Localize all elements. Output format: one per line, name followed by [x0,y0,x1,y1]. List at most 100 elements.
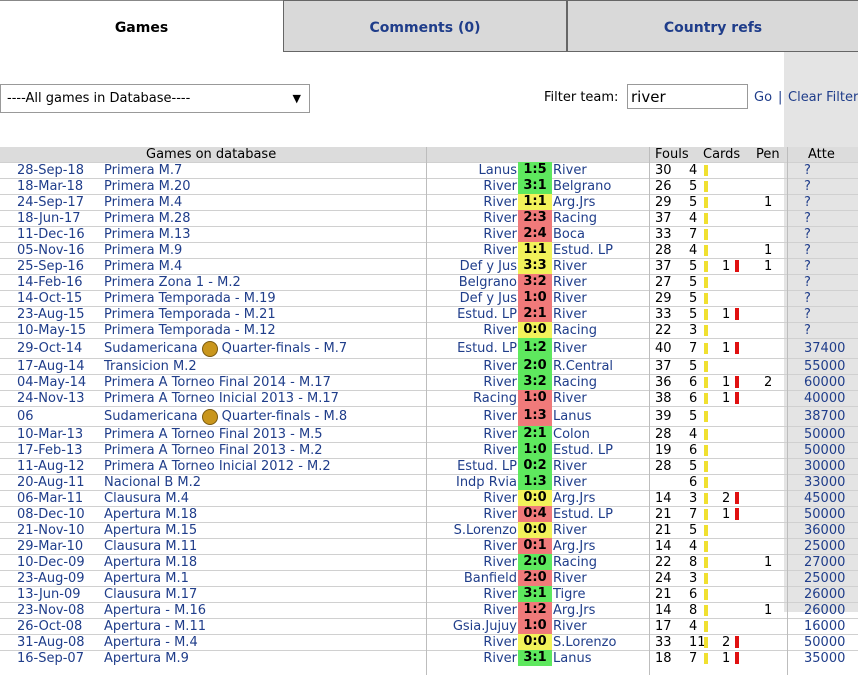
home-team-link[interactable]: River [483,427,517,442]
home-team-link[interactable]: River [483,651,517,666]
game-date-link[interactable]: 26-Oct-08 [17,619,82,634]
attendance-link[interactable]: 50000 [804,507,845,522]
game-date-link[interactable]: 11-Aug-12 [17,459,85,474]
away-team-link[interactable]: Estud. LP [553,507,613,522]
competition-link[interactable]: Transicion M.2 [104,359,197,374]
away-team-link[interactable]: River [553,459,587,474]
score-badge[interactable]: 0:4 [518,506,552,522]
table-row[interactable]: 23-Nov-08 Apertura - M.16 River 1:2 Arg.Jrs 1… [0,602,858,618]
score-badge[interactable]: 0:0 [518,322,552,338]
home-team-link[interactable]: S.Lorenzo [454,523,517,538]
away-team-link[interactable]: River [553,391,587,406]
home-team-link[interactable]: River [483,491,517,506]
table-row[interactable]: 24-Sep-17 Primera M.4 River 1:1 Arg.Jrs 29 5 1? [0,194,858,210]
away-team-link[interactable]: River [553,259,587,274]
score-badge[interactable]: 1:3 [518,406,552,426]
score-badge[interactable]: 1:1 [518,194,552,210]
score-badge[interactable]: 2:0 [518,554,552,570]
attendance-link[interactable]: ? [804,243,811,258]
attendance-link[interactable]: 35000 [804,651,845,666]
table-row[interactable]: 21-Nov-10 Apertura M.15 S.Lorenzo 0:0 River 2… [0,522,858,538]
competition-link[interactable]: Primera A Torneo Final 2014 - M.17 [104,375,331,390]
game-date-link[interactable]: 29-Oct-14 [17,339,82,358]
table-row[interactable]: 23-Aug-15 Primera Temporada - M.21 Estud. … [0,306,858,322]
table-row[interactable]: 18-Mar-18 Primera M.20 River 3:1 Belgrano 26 5… [0,178,858,194]
game-date-link[interactable]: 04-May-14 [17,375,86,390]
competition-link[interactable]: Primera Temporada - M.12 [104,323,276,338]
games-scope-select[interactable]: ----All games in Database---- ▼ [0,84,310,113]
score-badge[interactable]: 3:1 [518,178,552,194]
game-date-link[interactable]: 29-Mar-10 [17,539,83,554]
attendance-link[interactable]: 26000 [804,603,845,618]
table-row[interactable]: 10-Dec-09 Apertura M.18 River 2:0 Racing 22 8 1… [0,554,858,570]
game-date-link[interactable]: 10-Dec-09 [17,555,85,570]
away-team-link[interactable]: Arg.Jrs [553,603,595,618]
competition-link[interactable]: Primera M.20 [104,179,191,194]
competition-link[interactable]: Primera M.4 [104,259,182,274]
score-badge[interactable]: 1:0 [518,442,552,458]
away-team-link[interactable]: S.Lorenzo [553,635,616,650]
competition-link[interactable]: Apertura - M.4 [104,635,198,650]
home-team-link[interactable]: River [483,227,517,242]
score-badge[interactable]: 1:5 [518,162,552,178]
game-date-link[interactable]: 16-Sep-07 [17,651,84,666]
game-date-link[interactable]: 24-Sep-17 [17,195,84,210]
home-team-link[interactable]: River [483,323,517,338]
competition-link[interactable]: Clausura M.17 [104,587,197,602]
game-date-link[interactable]: 23-Nov-08 [17,603,85,618]
tab-games[interactable]: Games [0,0,283,52]
home-team-link[interactable]: Gsia.Jujuy [453,619,517,634]
attendance-link[interactable]: 40000 [804,391,845,406]
competition-link[interactable]: Primera A Torneo Final 2013 - M.2 [104,443,323,458]
away-team-link[interactable]: Belgrano [553,179,611,194]
table-row[interactable]: 11-Aug-12 Primera A Torneo Inicial 2012 -… [0,458,858,474]
table-row[interactable]: 20-Aug-11 Nacional B M.2 Indp Rvia 1:3 River… [0,474,858,490]
table-row[interactable]: 26-Oct-08 Apertura - M.11 Gsia.Jujuy 1:0 Riv… [0,618,858,634]
attendance-link[interactable]: ? [804,259,811,274]
home-team-link[interactable]: Banfield [464,571,517,586]
score-badge[interactable]: 3:1 [518,586,552,602]
game-date-link[interactable]: 06 [17,407,34,426]
attendance-link[interactable]: ? [804,291,811,306]
table-row[interactable]: 10-May-15 Primera Temporada - M.12 River 0:… [0,322,858,338]
attendance-link[interactable]: 45000 [804,491,845,506]
score-badge[interactable]: 3:2 [518,374,552,390]
game-date-link[interactable]: 11-Dec-16 [17,227,85,242]
attendance-link[interactable]: 50000 [804,427,845,442]
clear-filter-link[interactable]: Clear Filter [788,90,858,105]
attendance-link[interactable]: 38700 [804,407,845,426]
table-row[interactable]: 11-Dec-16 Primera M.13 River 2:4 Boca 33 7? [0,226,858,242]
competition-link[interactable]: Clausura M.4 [104,491,189,506]
table-row[interactable]: 23-Aug-09 Apertura M.1 Banfield 2:0 River 24 3… [0,570,858,586]
score-badge[interactable]: 3:3 [518,258,552,274]
competition-link[interactable]: Apertura M.18 [104,507,197,522]
home-team-link[interactable]: River [483,375,517,390]
away-team-link[interactable]: Estud. LP [553,443,613,458]
attendance-link[interactable]: 36000 [804,523,845,538]
attendance-link[interactable]: 37400 [804,339,845,358]
home-team-link[interactable]: Racing [473,391,517,406]
table-row[interactable]: 06 Sudamericana Quarter-finals - M.8 River 1… [0,406,858,426]
competition-link[interactable]: Apertura - M.11 [104,619,206,634]
score-badge[interactable]: 1:3 [518,474,552,490]
home-team-link[interactable]: Lanus [479,163,517,178]
away-team-link[interactable]: Arg.Jrs [553,539,595,554]
home-team-link[interactable]: River [483,507,517,522]
game-date-link[interactable]: 23-Aug-09 [17,571,85,586]
away-team-link[interactable]: Arg.Jrs [553,195,595,210]
table-row[interactable]: 29-Oct-14 Sudamericana Quarter-finals - M.… [0,338,858,358]
home-team-link[interactable]: Def y Jus [460,291,517,306]
home-team-link[interactable]: Estud. LP [457,459,517,474]
attendance-link[interactable]: 26000 [804,587,845,602]
table-row[interactable]: 25-Sep-16 Primera M.4 Def y Jus 3:3 River 37 5… [0,258,858,274]
home-team-link[interactable]: River [483,539,517,554]
attendance-link[interactable]: 55000 [804,359,845,374]
score-badge[interactable]: 2:4 [518,226,552,242]
game-date-link[interactable]: 08-Dec-10 [17,507,85,522]
competition-link[interactable]: Primera M.4 [104,195,182,210]
game-date-link[interactable]: 21-Nov-10 [17,523,85,538]
competition-link[interactable]: Apertura M.9 [104,651,189,666]
table-row[interactable]: 31-Aug-08 Apertura - M.4 River 0:0 S.Lorenzo… [0,634,858,650]
attendance-link[interactable]: 16000 [804,619,845,634]
attendance-link[interactable]: ? [804,211,811,226]
